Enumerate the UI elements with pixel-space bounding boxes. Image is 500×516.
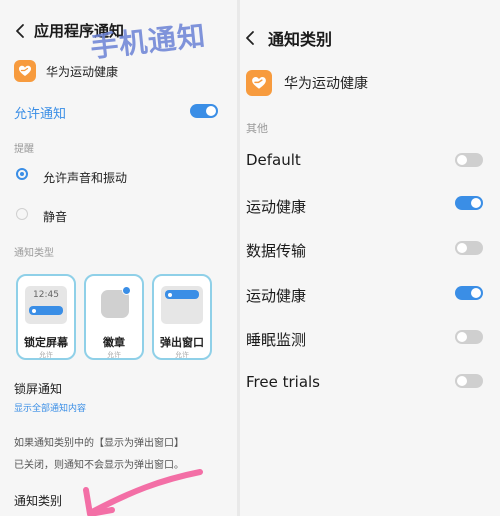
category-row-label: 运动健康 bbox=[246, 198, 307, 216]
lock-screen-notification-title[interactable]: 锁屏通知 bbox=[14, 380, 62, 397]
back-arrow-icon[interactable] bbox=[244, 29, 258, 47]
popup-card-status: 允许 bbox=[175, 351, 189, 359]
category-toggle-data-transfer[interactable] bbox=[455, 241, 483, 255]
sound-vibration-label: 允许声音和振动 bbox=[43, 171, 128, 185]
reminder-section-label: 提醒 bbox=[14, 144, 34, 155]
category-row-label: 数据传输 bbox=[246, 242, 307, 260]
popup-card[interactable]: 弹出窗口 允许 bbox=[152, 274, 212, 360]
badge-card-status: 允许 bbox=[107, 351, 121, 359]
heart-icon bbox=[252, 77, 266, 89]
back-arrow-icon[interactable] bbox=[14, 22, 28, 40]
lock-screen-time: 12:45 bbox=[33, 290, 59, 300]
category-toggle-sport-health-2[interactable] bbox=[455, 286, 483, 300]
notification-bar-preview bbox=[29, 306, 63, 315]
popup-bar-preview bbox=[165, 290, 199, 299]
category-row-label: 睡眠监测 bbox=[246, 331, 307, 349]
sound-vibration-radio[interactable] bbox=[16, 168, 28, 180]
lock-screen-notification-value: 显示全部通知内容 bbox=[14, 404, 87, 414]
right-header: 通知类别 bbox=[244, 26, 332, 50]
badge-dot-icon bbox=[122, 286, 131, 295]
app-name: 华为运动健康 bbox=[284, 76, 368, 92]
huawei-health-app-icon bbox=[246, 70, 272, 96]
category-row-label: Free trials bbox=[246, 373, 320, 391]
popup-preview bbox=[161, 286, 203, 324]
info-text-line-1: 如果通知类别中的【显示为弹出窗口】 bbox=[14, 438, 184, 449]
popup-card-name: 弹出窗口 bbox=[160, 336, 204, 349]
category-toggle-default[interactable] bbox=[455, 153, 483, 167]
badge-card[interactable]: 徽章 允许 bbox=[84, 274, 144, 360]
category-row-label: Default bbox=[246, 151, 301, 169]
silent-label: 静音 bbox=[43, 210, 68, 224]
badge-card-name: 徽章 bbox=[103, 336, 125, 349]
silent-radio[interactable] bbox=[16, 208, 28, 220]
category-toggle-free-trials[interactable] bbox=[455, 374, 483, 388]
app-notification-settings-panel: 应用程序通知 华为运动健康 允许通知 提醒 允许声音和振动 静音 通知类型 12… bbox=[0, 0, 237, 516]
lock-screen-card-name: 锁定屏幕 bbox=[24, 336, 68, 349]
category-row-label: 运动健康 bbox=[246, 287, 307, 305]
app-info-row: 华为运动健康 bbox=[246, 70, 368, 96]
lock-screen-card-status: 允许 bbox=[39, 351, 53, 359]
huawei-health-app-icon bbox=[14, 60, 36, 82]
app-name: 华为运动健康 bbox=[46, 64, 119, 79]
other-section-label: 其他 bbox=[246, 122, 268, 135]
notification-category-panel: 通知类别 华为运动健康 其他 Default 运动健康 数据传输 运动健康 睡眠… bbox=[240, 0, 500, 516]
category-toggle-sport-health[interactable] bbox=[455, 196, 483, 210]
page-title: 通知类别 bbox=[268, 30, 333, 49]
category-toggle-sleep-monitor[interactable] bbox=[455, 330, 483, 344]
lock-screen-card[interactable]: 12:45 锁定屏幕 允许 bbox=[16, 274, 76, 360]
allow-notifications-toggle[interactable] bbox=[190, 104, 218, 118]
lock-screen-preview: 12:45 bbox=[25, 286, 67, 324]
pink-arrow-annotation bbox=[83, 469, 203, 516]
allow-notifications-label: 允许通知 bbox=[14, 107, 67, 122]
heart-icon bbox=[19, 65, 31, 76]
notification-type-section-label: 通知类型 bbox=[14, 248, 54, 259]
